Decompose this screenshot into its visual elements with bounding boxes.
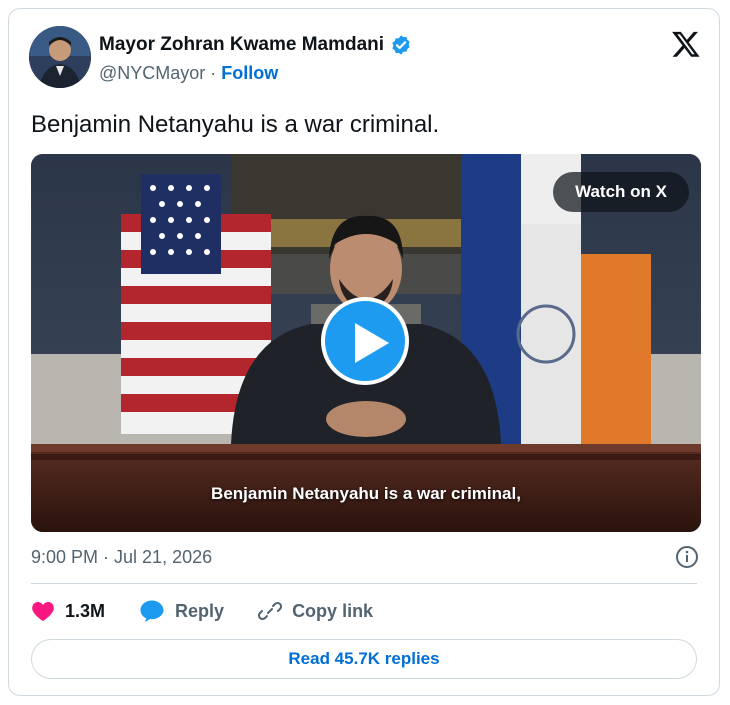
tweet-timestamp[interactable]: 9:00 PM · Jul 21, 2026 xyxy=(31,547,212,568)
play-icon xyxy=(355,323,389,363)
tweet-text: Benjamin Netanyahu is a war criminal. xyxy=(31,111,440,138)
divider xyxy=(31,583,697,584)
copy-link-button[interactable]: Copy link xyxy=(258,599,373,623)
link-icon xyxy=(258,601,283,621)
heart-icon xyxy=(32,602,54,621)
action-bar: 1.3M Reply Copy link xyxy=(31,599,407,623)
tweet-embed-card: Mayor Zohran Kwame Mamdani @NYCMayor · F… xyxy=(8,8,720,696)
author-display-name[interactable]: Mayor Zohran Kwame Mamdani xyxy=(99,34,384,56)
video-caption: Benjamin Netanyahu is a war criminal, xyxy=(211,484,521,503)
watch-on-x-button[interactable]: Watch on X xyxy=(553,172,689,212)
follow-button[interactable]: Follow xyxy=(221,63,278,83)
reply-bubble-icon xyxy=(140,600,164,622)
verified-badge-icon xyxy=(392,35,410,55)
like-count: 1.3M xyxy=(65,600,106,621)
video-player[interactable]: Watch on X Benjamin Netanyahu is a war c… xyxy=(31,154,701,532)
avatar[interactable] xyxy=(29,26,91,88)
copy-link-label: Copy link xyxy=(292,600,374,621)
read-replies-button[interactable]: Read 45.7K replies xyxy=(31,639,697,679)
author-handle[interactable]: @NYCMayor xyxy=(99,63,205,83)
x-logo-icon[interactable] xyxy=(671,29,701,59)
info-icon[interactable] xyxy=(675,545,699,569)
reply-label: Reply xyxy=(175,600,225,621)
like-button[interactable]: 1.3M xyxy=(31,600,105,622)
handle-separator: · xyxy=(205,63,222,83)
play-button[interactable] xyxy=(321,297,409,385)
reply-button[interactable]: Reply xyxy=(139,599,224,623)
